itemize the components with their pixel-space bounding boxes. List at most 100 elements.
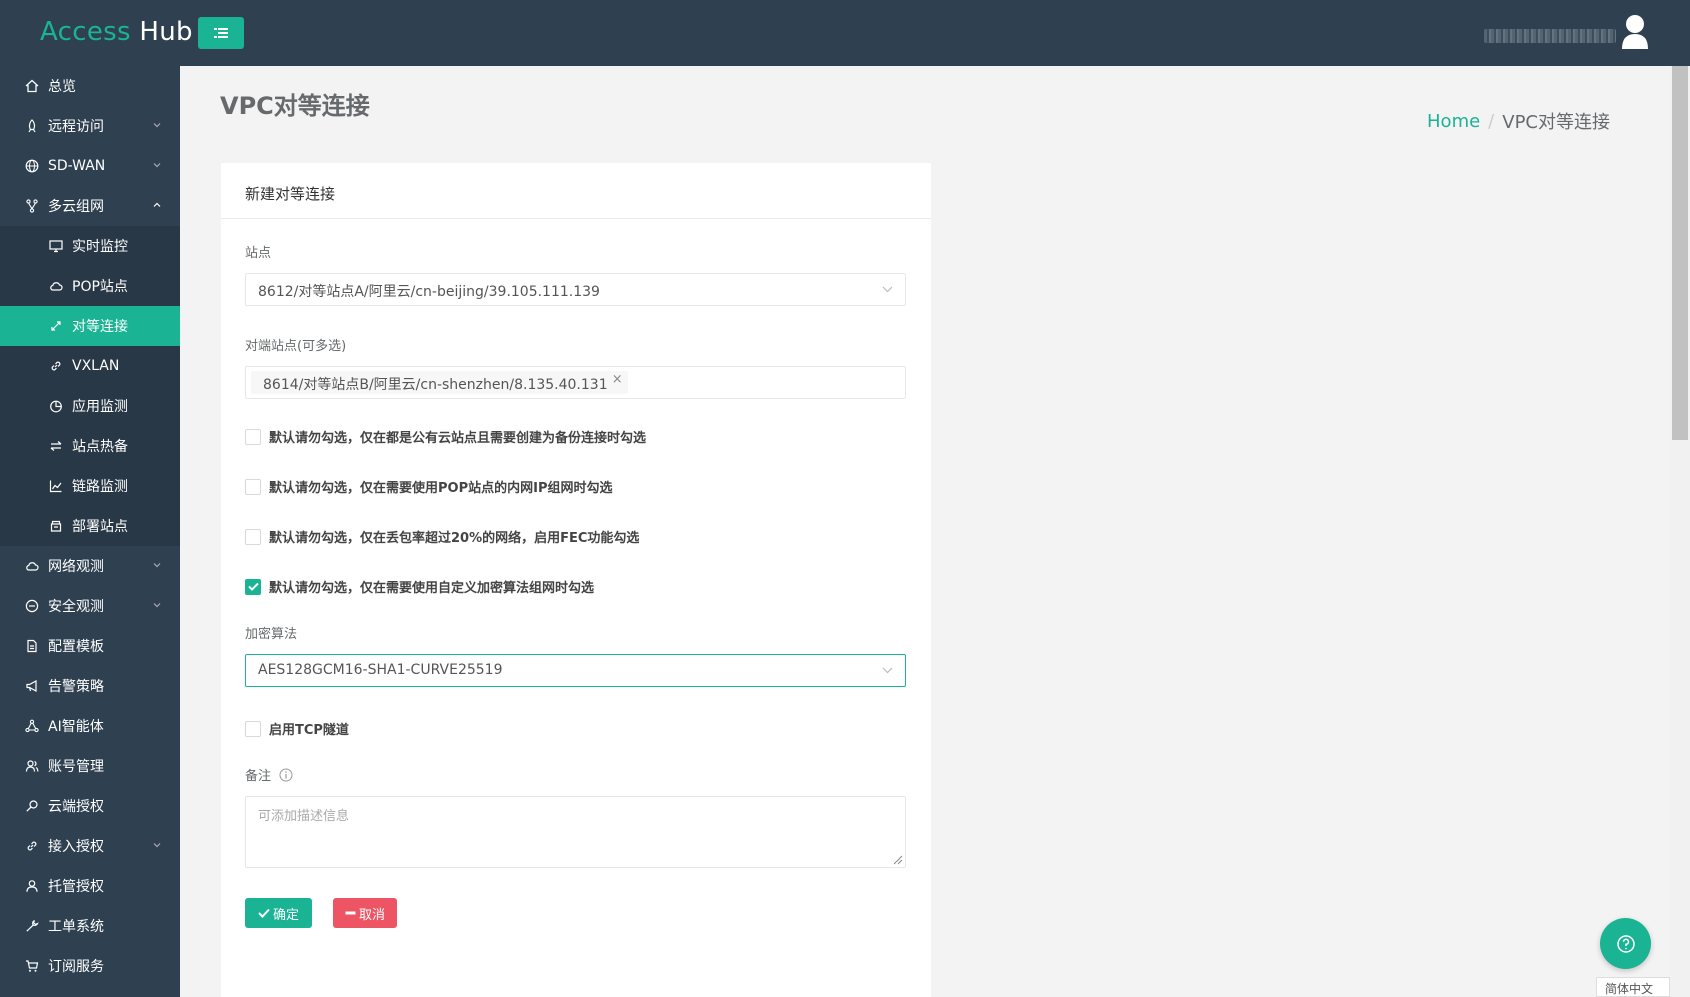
cancel-button-label: 取消 (358, 907, 385, 923)
sidebar-item-network-observe[interactable]: 网络观测 (0, 546, 180, 586)
cancel-button[interactable]: 取消 (333, 898, 397, 928)
sidebar-item-label: 多云组网 (48, 199, 104, 215)
sidebar-item-deploy-site[interactable]: 部署站点 (0, 506, 180, 546)
sidebar-item-label: 账号管理 (48, 759, 104, 775)
sidebar-item-config-template[interactable]: 配置模板 (0, 626, 180, 666)
chevron-down-icon (153, 563, 161, 568)
checkbox-box[interactable] (245, 528, 261, 545)
checkbox-label: 启用TCP隧道 (269, 723, 349, 738)
sidebar-item-ticket-system[interactable]: 工单系统 (0, 906, 180, 946)
sidebar-item-sdwan[interactable]: SD-WAN (0, 146, 180, 186)
sidebar-item-site-standby[interactable]: 站点热备 (0, 426, 180, 466)
cart-icon (24, 958, 40, 974)
pie-chart-icon (48, 398, 64, 414)
checkbox-label: 默认请勿勾选，仅在丢包率超过20%的网络，启用FEC功能勾选 (269, 531, 640, 546)
chevron-down-icon (882, 667, 893, 674)
checkbox-custom-cipher[interactable]: 默认请勿勾选，仅在需要使用自定义加密算法组网时勾选 (245, 577, 594, 596)
checkbox-tcp-tunnel[interactable]: 启用TCP隧道 (245, 719, 349, 738)
sidebar-item-cloud-auth[interactable]: 云端授权 (0, 786, 180, 826)
remark-placeholder: 可添加描述信息 (258, 809, 350, 824)
sidebar-item-label: 安全观测 (48, 599, 104, 615)
user-avatar-icon[interactable] (1620, 14, 1650, 50)
sidebar-item-label: 站点热备 (72, 439, 128, 455)
chevron-down-icon (153, 123, 161, 128)
breadcrumb: Home / VPC对等连接 (1427, 108, 1610, 134)
tag-remove-icon[interactable]: × (612, 372, 623, 387)
sidebar-item-app-monitor[interactable]: 应用监测 (0, 386, 180, 426)
sidebar-item-overview[interactable]: 总览 (0, 66, 180, 106)
sidebar-item-label: 托管授权 (48, 879, 104, 895)
swap-icon (48, 438, 64, 454)
sidebar-item-alert-policy[interactable]: 告警策略 (0, 666, 180, 706)
checkbox-backup-connection[interactable]: 默认请勿勾选，仅在都是公有云站点且需要创建为备份连接时勾选 (245, 427, 646, 446)
chevron-down-icon (153, 603, 161, 608)
peer-site-label: 对端站点(可多选) (245, 339, 347, 354)
brand-logo[interactable]: Access Hub (40, 17, 193, 47)
peer-site-tag-label: 8614/对等站点B/阿里云/cn-shenzhen/8.135.40.131 (263, 377, 608, 393)
info-icon[interactable] (279, 768, 293, 782)
page-scrollbar[interactable] (1670, 66, 1690, 997)
cipher-select[interactable]: AES128GCM16-SHA1-CURVE25519 (245, 654, 906, 687)
help-button[interactable] (1600, 918, 1651, 969)
sidebar-item-label: 工单系统 (48, 919, 104, 935)
site-select-value: 8612/对等站点A/阿里云/cn-beijing/39.105.111.139 (258, 284, 600, 300)
resize-grip-icon[interactable] (891, 853, 903, 865)
peer-site-multiselect[interactable]: 8614/对等站点B/阿里云/cn-shenzhen/8.135.40.131 … (245, 366, 906, 399)
sidebar-item-label: 总览 (48, 79, 76, 95)
sidebar-item-label: 告警策略 (48, 679, 104, 695)
breadcrumb-home-link[interactable]: Home (1427, 111, 1480, 132)
sidebar-item-label: 网络观测 (48, 559, 104, 575)
menu-toggle-button[interactable] (198, 17, 244, 49)
sidebar-item-label: POP站点 (72, 279, 128, 295)
sidebar-item-label: 部署站点 (72, 519, 128, 535)
scrollbar-thumb[interactable] (1672, 66, 1688, 440)
site-select[interactable]: 8612/对等站点A/阿里云/cn-beijing/39.105.111.139 (245, 273, 906, 306)
menu-icon (214, 28, 228, 38)
checkbox-label: 默认请勿勾选，仅在需要使用POP站点的内网IP组网时勾选 (269, 481, 613, 496)
file-icon (24, 638, 40, 654)
brand-part2: Hub (139, 17, 193, 47)
branch-icon (24, 198, 40, 214)
chevron-down-icon (153, 163, 161, 168)
sidebar-item-label: 订阅服务 (48, 959, 104, 975)
check-icon (247, 582, 259, 591)
minus-icon (345, 911, 356, 915)
sidebar-item-security-observe[interactable]: 安全观测 (0, 586, 180, 626)
language-selector[interactable]: 简体中文 (1596, 977, 1670, 997)
chain-icon (24, 838, 40, 854)
checkbox-box[interactable] (245, 428, 261, 445)
chevron-down-icon (153, 843, 161, 848)
checkbox-box-checked[interactable] (245, 578, 261, 595)
sidebar-item-link-monitor[interactable]: 链路监测 (0, 466, 180, 506)
checkbox-pop-internal-ip[interactable]: 默认请勿勾选，仅在需要使用POP站点的内网IP组网时勾选 (245, 477, 612, 496)
remark-label: 备注 (245, 765, 293, 784)
sidebar-item-label: 对等连接 (72, 319, 128, 335)
checkbox-box[interactable] (245, 478, 261, 495)
sidebar-item-ai-agent[interactable]: AI智能体 (0, 706, 180, 746)
sidebar-item-realtime-monitor[interactable]: 实时监控 (0, 226, 180, 266)
remark-textarea[interactable]: 可添加描述信息 (245, 796, 906, 868)
sidebar-item-peering[interactable]: 对等连接 (0, 306, 180, 346)
checkbox-label: 默认请勿勾选，仅在都是公有云站点且需要创建为备份连接时勾选 (269, 431, 647, 446)
peering-form-card: 新建对等连接 站点 8612/对等站点A/阿里云/cn-beijing/39.1… (221, 163, 931, 997)
sidebar-item-pop-sites[interactable]: POP站点 (0, 266, 180, 306)
sidebar-item-multicloud[interactable]: 多云组网 (0, 186, 180, 226)
question-circle-icon (1616, 934, 1635, 953)
sidebar-item-label: VXLAN (72, 358, 120, 374)
checkbox-box[interactable] (245, 720, 261, 737)
rocket-icon (24, 118, 40, 134)
sidebar-item-managed-auth[interactable]: 托管授权 (0, 866, 180, 906)
sidebar-item-subscription[interactable]: 订阅服务 (0, 946, 180, 986)
sidebar-item-vxlan[interactable]: VXLAN (0, 346, 180, 386)
checkbox-fec[interactable]: 默认请勿勾选，仅在丢包率超过20%的网络，启用FEC功能勾选 (245, 527, 639, 546)
sidebar-item-remote-access[interactable]: 远程访问 (0, 106, 180, 146)
sidebar-submenu-multicloud: 实时监控 POP站点 对等连接 VXLAN 应用监测 站点热备 链路监测 部署站… (0, 226, 180, 546)
user-name-redacted[interactable] (1484, 29, 1616, 43)
remark-label-text: 备注 (245, 769, 272, 784)
sidebar-item-access-auth[interactable]: 接入授权 (0, 826, 180, 866)
check-icon (258, 908, 270, 918)
sidebar-item-label: AI智能体 (48, 719, 104, 735)
sidebar-item-account-mgmt[interactable]: 账号管理 (0, 746, 180, 786)
wrench-icon (24, 918, 40, 934)
confirm-button[interactable]: 确定 (245, 898, 312, 928)
